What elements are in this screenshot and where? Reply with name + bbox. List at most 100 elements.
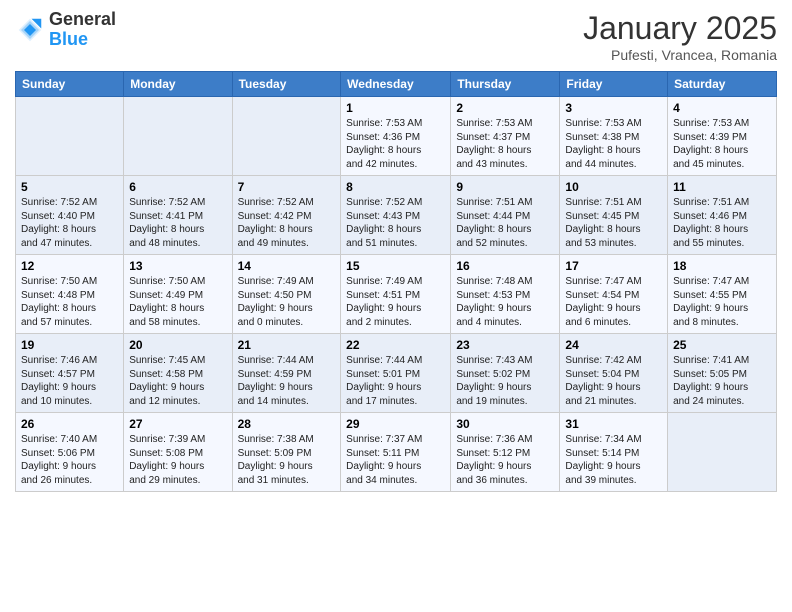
logo: General Blue: [15, 10, 116, 50]
day-number: 28: [238, 417, 336, 431]
day-info: Sunrise: 7:43 AM Sunset: 5:02 PM Dayligh…: [456, 354, 554, 408]
day-number: 24: [565, 338, 662, 352]
logo-icon: [15, 15, 45, 45]
calendar-cell: 11 Sunrise: 7:51 AM Sunset: 4:46 PM Dayli…: [668, 176, 777, 255]
calendar-cell: 8 Sunrise: 7:52 AM Sunset: 4:43 PM Daylig…: [341, 176, 451, 255]
day-number: 16: [456, 259, 554, 273]
day-info: Sunrise: 7:53 AM Sunset: 4:39 PM Dayligh…: [673, 117, 771, 171]
header-day-monday: Monday: [124, 72, 232, 97]
day-number: 19: [21, 338, 118, 352]
day-number: 13: [129, 259, 226, 273]
header-row: SundayMondayTuesdayWednesdayThursdayFrid…: [16, 72, 777, 97]
day-number: 20: [129, 338, 226, 352]
calendar-cell: [232, 97, 341, 176]
calendar-cell: 17 Sunrise: 7:47 AM Sunset: 4:54 PM Dayli…: [560, 255, 668, 334]
calendar-body: 1Sunrise: 7:53 AM Sunset: 4:36 PM Daylig…: [16, 97, 777, 492]
calendar-cell: 13 Sunrise: 7:50 AM Sunset: 4:49 PM Dayli…: [124, 255, 232, 334]
day-info: Sunrise: 7:38 AM Sunset: 5:09 PM Dayligh…: [238, 433, 336, 487]
page: General Blue January 2025 Pufesti, Vranc…: [0, 0, 792, 612]
week-row-5: 26Sunrise: 7:40 AM Sunset: 5:06 PM Dayli…: [16, 413, 777, 492]
day-number: 5: [21, 180, 118, 194]
week-row-1: 1Sunrise: 7:53 AM Sunset: 4:36 PM Daylig…: [16, 97, 777, 176]
header-day-tuesday: Tuesday: [232, 72, 341, 97]
day-info: Sunrise: 7:52 AM Sunset: 4:43 PM Dayligh…: [346, 196, 445, 250]
day-info: Sunrise: 7:45 AM Sunset: 4:58 PM Dayligh…: [129, 354, 226, 408]
day-number: 12: [21, 259, 118, 273]
calendar-cell: 12 Sunrise: 7:50 AM Sunset: 4:48 PM Dayli…: [16, 255, 124, 334]
day-info: Sunrise: 7:49 AM Sunset: 4:50 PM Dayligh…: [238, 275, 336, 329]
day-number: 18: [673, 259, 771, 273]
calendar-cell: [16, 97, 124, 176]
day-number: 21: [238, 338, 336, 352]
calendar-cell: 21 Sunrise: 7:44 AM Sunset: 4:59 PM Dayli…: [232, 334, 341, 413]
header-day-saturday: Saturday: [668, 72, 777, 97]
calendar-cell: 20 Sunrise: 7:45 AM Sunset: 4:58 PM Dayli…: [124, 334, 232, 413]
day-number: 30: [456, 417, 554, 431]
day-info: Sunrise: 7:51 AM Sunset: 4:46 PM Dayligh…: [673, 196, 771, 250]
day-info: Sunrise: 7:50 AM Sunset: 4:49 PM Dayligh…: [129, 275, 226, 329]
header: General Blue January 2025 Pufesti, Vranc…: [15, 10, 777, 63]
week-row-4: 19Sunrise: 7:46 AM Sunset: 4:57 PM Dayli…: [16, 334, 777, 413]
header-day-friday: Friday: [560, 72, 668, 97]
day-info: Sunrise: 7:41 AM Sunset: 5:05 PM Dayligh…: [673, 354, 771, 408]
calendar-cell: 4 Sunrise: 7:53 AM Sunset: 4:39 PM Daylig…: [668, 97, 777, 176]
day-number: 11: [673, 180, 771, 194]
day-info: Sunrise: 7:52 AM Sunset: 4:42 PM Dayligh…: [238, 196, 336, 250]
calendar-table: SundayMondayTuesdayWednesdayThursdayFrid…: [15, 71, 777, 492]
day-number: 4: [673, 101, 771, 115]
day-info: Sunrise: 7:47 AM Sunset: 4:54 PM Dayligh…: [565, 275, 662, 329]
calendar-cell: 1Sunrise: 7:53 AM Sunset: 4:36 PM Daylig…: [341, 97, 451, 176]
calendar-cell: 7Sunrise: 7:52 AM Sunset: 4:42 PM Daylig…: [232, 176, 341, 255]
day-number: 14: [238, 259, 336, 273]
day-number: 2: [456, 101, 554, 115]
day-info: Sunrise: 7:51 AM Sunset: 4:44 PM Dayligh…: [456, 196, 554, 250]
title-block: January 2025 Pufesti, Vrancea, Romania: [583, 10, 777, 63]
day-info: Sunrise: 7:53 AM Sunset: 4:38 PM Dayligh…: [565, 117, 662, 171]
header-day-thursday: Thursday: [451, 72, 560, 97]
day-number: 27: [129, 417, 226, 431]
day-info: Sunrise: 7:49 AM Sunset: 4:51 PM Dayligh…: [346, 275, 445, 329]
day-number: 9: [456, 180, 554, 194]
logo-blue: Blue: [49, 29, 88, 49]
day-info: Sunrise: 7:42 AM Sunset: 5:04 PM Dayligh…: [565, 354, 662, 408]
day-number: 17: [565, 259, 662, 273]
day-info: Sunrise: 7:50 AM Sunset: 4:48 PM Dayligh…: [21, 275, 118, 329]
calendar-cell: 9 Sunrise: 7:51 AM Sunset: 4:44 PM Daylig…: [451, 176, 560, 255]
day-info: Sunrise: 7:44 AM Sunset: 5:01 PM Dayligh…: [346, 354, 445, 408]
day-number: 6: [129, 180, 226, 194]
calendar-cell: 10Sunrise: 7:51 AM Sunset: 4:45 PM Dayli…: [560, 176, 668, 255]
calendar-cell: 27 Sunrise: 7:39 AM Sunset: 5:08 PM Dayli…: [124, 413, 232, 492]
calendar-cell: 16 Sunrise: 7:48 AM Sunset: 4:53 PM Dayli…: [451, 255, 560, 334]
day-number: 29: [346, 417, 445, 431]
calendar-cell: 6Sunrise: 7:52 AM Sunset: 4:41 PM Daylig…: [124, 176, 232, 255]
calendar-cell: [668, 413, 777, 492]
day-number: 10: [565, 180, 662, 194]
calendar-cell: 19Sunrise: 7:46 AM Sunset: 4:57 PM Dayli…: [16, 334, 124, 413]
day-number: 15: [346, 259, 445, 273]
week-row-2: 5Sunrise: 7:52 AM Sunset: 4:40 PM Daylig…: [16, 176, 777, 255]
day-number: 25: [673, 338, 771, 352]
day-number: 23: [456, 338, 554, 352]
calendar-cell: 28 Sunrise: 7:38 AM Sunset: 5:09 PM Dayli…: [232, 413, 341, 492]
calendar-cell: 31Sunrise: 7:34 AM Sunset: 5:14 PM Dayli…: [560, 413, 668, 492]
calendar-cell: 22 Sunrise: 7:44 AM Sunset: 5:01 PM Dayli…: [341, 334, 451, 413]
location: Pufesti, Vrancea, Romania: [583, 47, 777, 63]
day-info: Sunrise: 7:48 AM Sunset: 4:53 PM Dayligh…: [456, 275, 554, 329]
week-row-3: 12 Sunrise: 7:50 AM Sunset: 4:48 PM Dayli…: [16, 255, 777, 334]
day-info: Sunrise: 7:34 AM Sunset: 5:14 PM Dayligh…: [565, 433, 662, 487]
calendar-cell: 15 Sunrise: 7:49 AM Sunset: 4:51 PM Dayli…: [341, 255, 451, 334]
day-number: 8: [346, 180, 445, 194]
logo-general: General: [49, 9, 116, 29]
day-info: Sunrise: 7:44 AM Sunset: 4:59 PM Dayligh…: [238, 354, 336, 408]
day-info: Sunrise: 7:39 AM Sunset: 5:08 PM Dayligh…: [129, 433, 226, 487]
day-info: Sunrise: 7:53 AM Sunset: 4:37 PM Dayligh…: [456, 117, 554, 171]
day-number: 22: [346, 338, 445, 352]
calendar-cell: 29Sunrise: 7:37 AM Sunset: 5:11 PM Dayli…: [341, 413, 451, 492]
day-info: Sunrise: 7:40 AM Sunset: 5:06 PM Dayligh…: [21, 433, 118, 487]
calendar-cell: 24 Sunrise: 7:42 AM Sunset: 5:04 PM Dayli…: [560, 334, 668, 413]
calendar-header: SundayMondayTuesdayWednesdayThursdayFrid…: [16, 72, 777, 97]
month-title: January 2025: [583, 10, 777, 47]
header-day-sunday: Sunday: [16, 72, 124, 97]
day-info: Sunrise: 7:47 AM Sunset: 4:55 PM Dayligh…: [673, 275, 771, 329]
day-number: 1: [346, 101, 445, 115]
